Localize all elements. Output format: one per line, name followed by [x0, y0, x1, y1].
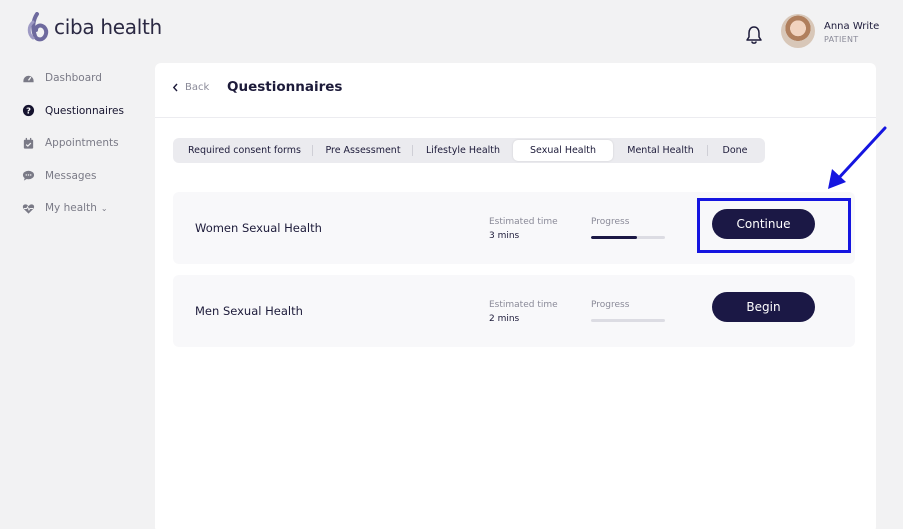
tab-bar: Required consent forms Pre Assessment Li… — [173, 138, 765, 163]
questionnaire-card: Men Sexual Health Estimated time 2 mins … — [173, 275, 855, 347]
sidebar-item-label: Dashboard — [45, 72, 102, 85]
tab-pre-assessment[interactable]: Pre Assessment — [313, 140, 413, 161]
estimated-time-label: Estimated time — [489, 217, 558, 227]
sidebar-item-appointments[interactable]: Appointments — [22, 127, 147, 160]
tab-required-consent-forms[interactable]: Required consent forms — [176, 140, 313, 161]
sidebar: Dashboard ? Questionnaires Appointments … — [22, 62, 147, 225]
progress-bar — [591, 236, 665, 239]
sidebar-item-label: My health — [45, 202, 97, 215]
user-role: PATIENT — [824, 35, 859, 44]
tab-label: Sexual Health — [529, 145, 597, 156]
highlight-annotation-box — [697, 198, 851, 253]
notification-bell-icon[interactable] — [744, 24, 764, 46]
svg-text:?: ? — [26, 106, 31, 116]
sidebar-item-my-health[interactable]: My health ⌄ — [22, 192, 147, 225]
progress-bar-fill — [591, 236, 637, 239]
annotation-arrow-icon — [828, 126, 887, 189]
tab-sexual-health[interactable]: Sexual Health — [513, 140, 613, 161]
sidebar-item-messages[interactable]: Messages — [22, 160, 147, 193]
estimated-time-value: 3 mins — [489, 231, 520, 241]
brand-logo[interactable]: ciba health — [24, 12, 162, 42]
begin-button[interactable]: Begin — [712, 292, 815, 322]
sidebar-item-label: Questionnaires — [45, 104, 124, 117]
sidebar-item-label: Appointments — [45, 137, 119, 150]
progress-label: Progress — [591, 217, 630, 227]
tab-label: Pre Assessment — [325, 145, 401, 156]
brand-name: ciba health — [54, 15, 162, 39]
main-panel: Back Questionnaires Required consent for… — [155, 63, 876, 529]
questionnaire-title: Women Sexual Health — [195, 221, 322, 235]
header-divider — [155, 117, 876, 118]
dashboard-icon — [23, 75, 34, 82]
calendar-icon — [23, 137, 34, 149]
sidebar-item-questionnaires[interactable]: ? Questionnaires — [22, 95, 147, 128]
tab-label: Required consent forms — [187, 145, 302, 156]
chevron-left-icon — [172, 83, 178, 92]
estimated-time-label: Estimated time — [489, 300, 558, 310]
chat-icon — [22, 171, 35, 181]
progress-bar — [591, 319, 665, 322]
question-icon: ? — [22, 105, 35, 117]
tab-label: Mental Health — [627, 145, 694, 156]
estimated-time-value: 2 mins — [489, 314, 520, 324]
back-label: Back — [185, 82, 210, 93]
tab-done[interactable]: Done — [708, 140, 762, 161]
back-button[interactable]: Back — [172, 82, 209, 93]
page-title: Questionnaires — [227, 79, 343, 95]
tab-label: Lifestyle Health — [425, 145, 501, 156]
tab-lifestyle-health[interactable]: Lifestyle Health — [413, 140, 513, 161]
heart-pulse-icon — [22, 204, 35, 214]
tab-mental-health[interactable]: Mental Health — [613, 140, 708, 161]
ciba-logo-icon — [27, 12, 49, 42]
chevron-down-icon: ⌄ — [100, 203, 108, 213]
user-name: Anna Write — [824, 21, 880, 32]
sidebar-item-label: Messages — [45, 169, 97, 182]
avatar[interactable] — [781, 14, 815, 48]
progress-label: Progress — [591, 300, 630, 310]
questionnaire-title: Men Sexual Health — [195, 304, 303, 318]
tab-label: Done — [722, 145, 748, 156]
sidebar-item-dashboard[interactable]: Dashboard — [22, 62, 147, 95]
